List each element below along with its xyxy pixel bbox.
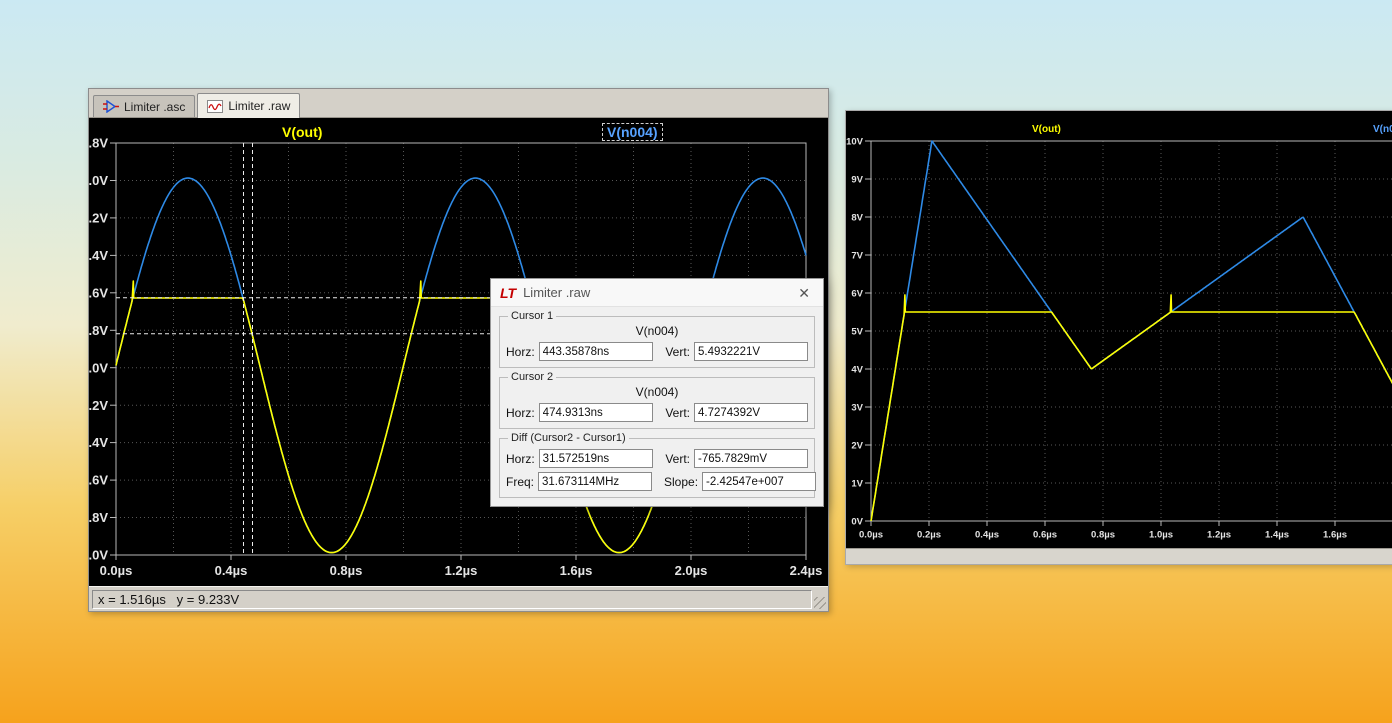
tab-bar: Limiter .asc Limiter .raw xyxy=(89,89,828,118)
diff-freq-field[interactable] xyxy=(538,472,652,491)
schematic-icon xyxy=(103,100,119,113)
y-tick-label: 9V xyxy=(851,174,863,185)
y-tick-label: 2V xyxy=(851,440,863,451)
tab-label: Limiter .asc xyxy=(124,100,185,114)
diff-slope-label: Slope: xyxy=(664,475,698,489)
x-tick-label: 1.2µs xyxy=(445,563,478,578)
trace-label-vn004[interactable]: V(n004) xyxy=(602,123,663,141)
cursor1-trace-name: V(n004) xyxy=(506,324,808,338)
x-tick-label: 1.6µs xyxy=(560,563,593,578)
cursor2-horz-label: Horz: xyxy=(506,406,535,420)
status-bar: x = 1.516µs y = 9.233V xyxy=(89,586,828,611)
dialog-title: Limiter .raw xyxy=(523,285,787,300)
grid xyxy=(871,141,1392,521)
waveform-canvas-right: 10V 9V 8V 7V 6V 5V 4V 3V 2V 1V 0V 0.0µs 0.2µs 0.4µs 0.… xyxy=(846,111,1392,548)
diff-legend: Diff (Cursor2 - Cursor1) xyxy=(508,432,629,444)
close-icon[interactable]: ✕ xyxy=(794,284,814,302)
diff-slope-field[interactable] xyxy=(702,472,816,491)
diff-vert-label: Vert: xyxy=(665,452,690,466)
x-tick-label: 1.0µs xyxy=(1149,530,1173,541)
status-coordinates: x = 1.516µs y = 9.233V xyxy=(92,590,812,609)
x-tick-label: 2.4µs xyxy=(790,563,823,578)
cursor1-horz-field[interactable] xyxy=(539,342,653,361)
cursor1-vert-label: Vert: xyxy=(665,345,690,359)
x-tick-label: 0.6µs xyxy=(1033,530,1057,541)
x-tick-label: 1.6µs xyxy=(1323,530,1347,541)
tab-limiter-raw[interactable]: Limiter .raw xyxy=(197,93,300,118)
diff-horz-label: Horz: xyxy=(506,452,535,466)
ltspice-logo-icon: LT xyxy=(500,286,516,300)
x-tick-label: 0.2µs xyxy=(917,530,941,541)
y-tick-label: 2.4V xyxy=(89,435,108,450)
x-tick-label: 0.8µs xyxy=(330,563,363,578)
desktop-background: Limiter .asc Limiter .raw 8.8V 8.0V 7.2V 6.… xyxy=(0,0,1392,723)
y-tick-label: 5.6V xyxy=(89,285,108,300)
tab-label: Limiter .raw xyxy=(228,99,290,113)
cursor2-legend: Cursor 2 xyxy=(508,371,556,383)
y-tick-label: 0.0V xyxy=(89,548,108,563)
y-tick-label: 4V xyxy=(851,364,863,375)
y-tick-label: 6V xyxy=(851,288,863,299)
cursor2-group: Cursor 2 V(n004) Horz: Vert: xyxy=(499,371,815,429)
diff-freq-label: Freq: xyxy=(506,475,534,489)
y-tick-label: 7V xyxy=(851,250,863,261)
y-tick-label: 8.8V xyxy=(89,136,108,151)
x-tick-label: 1.2µs xyxy=(1207,530,1231,541)
waveform-plot-right[interactable]: 10V 9V 8V 7V 6V 5V 4V 3V 2V 1V 0V 0.0µs 0.2µs 0.4µs 0.… xyxy=(846,111,1392,548)
x-tick-label: 0.8µs xyxy=(1091,530,1115,541)
x-tick-label: 2.0µs xyxy=(675,563,708,578)
diff-group: Diff (Cursor2 - Cursor1) Horz: Vert: Fre… xyxy=(499,432,815,498)
diff-horz-field[interactable] xyxy=(539,449,653,468)
y-tick-label: 3V xyxy=(851,402,863,413)
x-tick-label: 0.0µs xyxy=(100,563,133,578)
diff-vert-field[interactable] xyxy=(694,449,808,468)
y-tick-label: 8.0V xyxy=(89,173,108,188)
waveform-icon xyxy=(207,100,223,113)
cursor1-legend: Cursor 1 xyxy=(508,310,556,322)
y-tick-label: 6.4V xyxy=(89,248,108,263)
x-tick-label: 0.4µs xyxy=(215,563,248,578)
resize-grip[interactable] xyxy=(814,597,826,609)
tab-limiter-asc[interactable]: Limiter .asc xyxy=(93,95,195,117)
cursor2-vert-field[interactable] xyxy=(694,403,808,422)
cursor1-group: Cursor 1 V(n004) Horz: Vert: xyxy=(499,310,815,368)
trace-label-vout[interactable]: V(out) xyxy=(1032,124,1061,136)
y-tick-label: 0V xyxy=(851,516,863,527)
y-tick-label: 0.8V xyxy=(89,510,108,525)
cursor2-vert-label: Vert: xyxy=(665,406,690,420)
dialog-titlebar[interactable]: LT Limiter .raw ✕ xyxy=(491,279,823,307)
cursor1-horz-label: Horz: xyxy=(506,345,535,359)
x-tick-label: 1.4µs xyxy=(1265,530,1289,541)
cursor2-trace-name: V(n004) xyxy=(506,385,808,399)
trace-label-vout[interactable]: V(out) xyxy=(282,124,322,140)
ltspice-second-window: 10V 9V 8V 7V 6V 5V 4V 3V 2V 1V 0V 0.0µs 0.2µs 0.4µs 0.… xyxy=(845,110,1392,565)
y-tick-label: 1.6V xyxy=(89,473,108,488)
cursor1-vert-field[interactable] xyxy=(694,342,808,361)
y-tick-label: 8V xyxy=(851,212,863,223)
y-tick-label: 4.8V xyxy=(89,323,108,338)
y-tick-label: 7.2V xyxy=(89,210,108,225)
x-tick-label: 0.4µs xyxy=(975,530,999,541)
y-tick-label: 10V xyxy=(846,136,864,147)
window-bottom-strip xyxy=(846,548,1392,564)
trace-label-vn004[interactable]: V(n004) xyxy=(1373,124,1392,136)
x-tick-label: 0.0µs xyxy=(859,530,883,541)
y-tick-label: 4.0V xyxy=(89,360,108,375)
cursor2-horz-field[interactable] xyxy=(539,403,653,422)
axis-ticks: 10V 9V 8V 7V 6V 5V 4V 3V 2V 1V 0V 0.0µs 0.2µs 0.4µs 0.… xyxy=(846,136,1347,540)
trace-vout[interactable] xyxy=(871,295,1392,521)
y-tick-label: 3.2V xyxy=(89,398,108,413)
cursor-dialog: LT Limiter .raw ✕ Cursor 1 V(n004) Horz:… xyxy=(490,278,824,507)
y-tick-label: 1V xyxy=(851,478,863,489)
y-tick-label: 5V xyxy=(851,326,863,337)
